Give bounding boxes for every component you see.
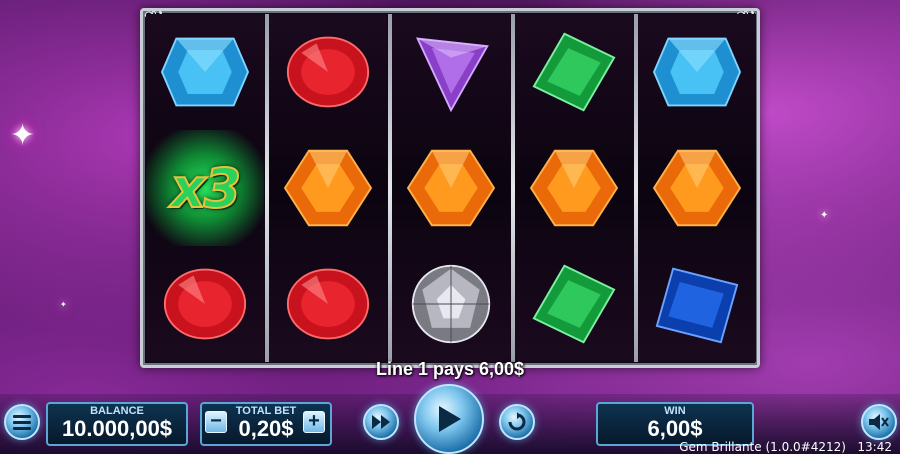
multiplier-label: x3 — [170, 156, 242, 221]
symbol-blue-gem — [146, 14, 264, 130]
play-icon — [439, 406, 461, 432]
symbol-green-gem — [515, 14, 633, 130]
reel-4 — [515, 14, 633, 362]
fast-forward-icon — [372, 415, 390, 429]
game-title-version: Gem Brillante (1.0.0#4212) — [679, 440, 846, 454]
green-gem-icon — [532, 264, 616, 344]
symbol-green-gem — [515, 246, 633, 362]
footer-info: Gem Brillante (1.0.0#4212) 13:42 — [679, 440, 892, 454]
sparkle-decoration: ✦ — [60, 300, 67, 309]
orange-gem-icon — [652, 149, 742, 227]
symbol-red-gem — [269, 246, 387, 362]
symbol-orange-gem — [515, 130, 633, 246]
symbol-red-gem — [269, 14, 387, 130]
diamond-icon — [411, 264, 491, 344]
green-gem-icon — [532, 32, 616, 112]
reels-frame: ❦ ❦ x3 — [140, 5, 760, 368]
orange-gem-icon — [283, 149, 373, 227]
decrease-bet-button[interactable]: − — [205, 411, 227, 433]
blue-gem-icon — [160, 37, 250, 107]
autoplay-icon — [508, 412, 526, 431]
red-gem-icon — [163, 268, 247, 340]
symbol-x3-multiplier: x3 — [146, 130, 264, 246]
orange-gem-icon — [529, 149, 619, 227]
symbol-purple-gem — [392, 14, 510, 130]
symbol-navy-gem — [638, 246, 756, 362]
red-gem-icon — [286, 36, 370, 108]
spin-button[interactable] — [414, 384, 484, 454]
symbol-red-gem — [146, 246, 264, 362]
menu-icon — [13, 415, 31, 430]
reel-5 — [638, 14, 756, 362]
reel-1: x3 — [146, 14, 264, 362]
blue-gem-icon — [652, 37, 742, 107]
autoplay-button[interactable] — [499, 404, 535, 440]
symbol-diamond — [392, 246, 510, 362]
sound-muted-icon — [869, 414, 889, 430]
sparkle-decoration: ✦ — [10, 119, 36, 152]
turbo-button[interactable] — [363, 404, 399, 440]
win-line-message: Line 1 pays 6,00$ — [375, 359, 525, 379]
symbol-orange-gem — [638, 130, 756, 246]
purple-gem-icon — [415, 37, 489, 113]
balance-value: 10.000,00$ — [61, 416, 173, 441]
orange-gem-icon — [406, 149, 496, 227]
symbol-blue-gem — [638, 14, 756, 130]
red-gem-icon — [286, 268, 370, 340]
reel-2 — [269, 14, 387, 362]
symbol-orange-gem — [269, 130, 387, 246]
sparkle-decoration: ✦ — [820, 210, 829, 221]
symbol-orange-gem — [392, 130, 510, 246]
reel-3 — [392, 14, 510, 362]
sound-button[interactable] — [861, 404, 897, 440]
clock: 13:42 — [857, 440, 892, 454]
win-value: 6,00$ — [647, 416, 703, 441]
balance-panel: BALANCE 10.000,00$ — [46, 402, 188, 446]
increase-bet-button[interactable]: + — [303, 411, 325, 433]
navy-gem-icon — [655, 267, 739, 344]
menu-button[interactable] — [4, 404, 40, 440]
